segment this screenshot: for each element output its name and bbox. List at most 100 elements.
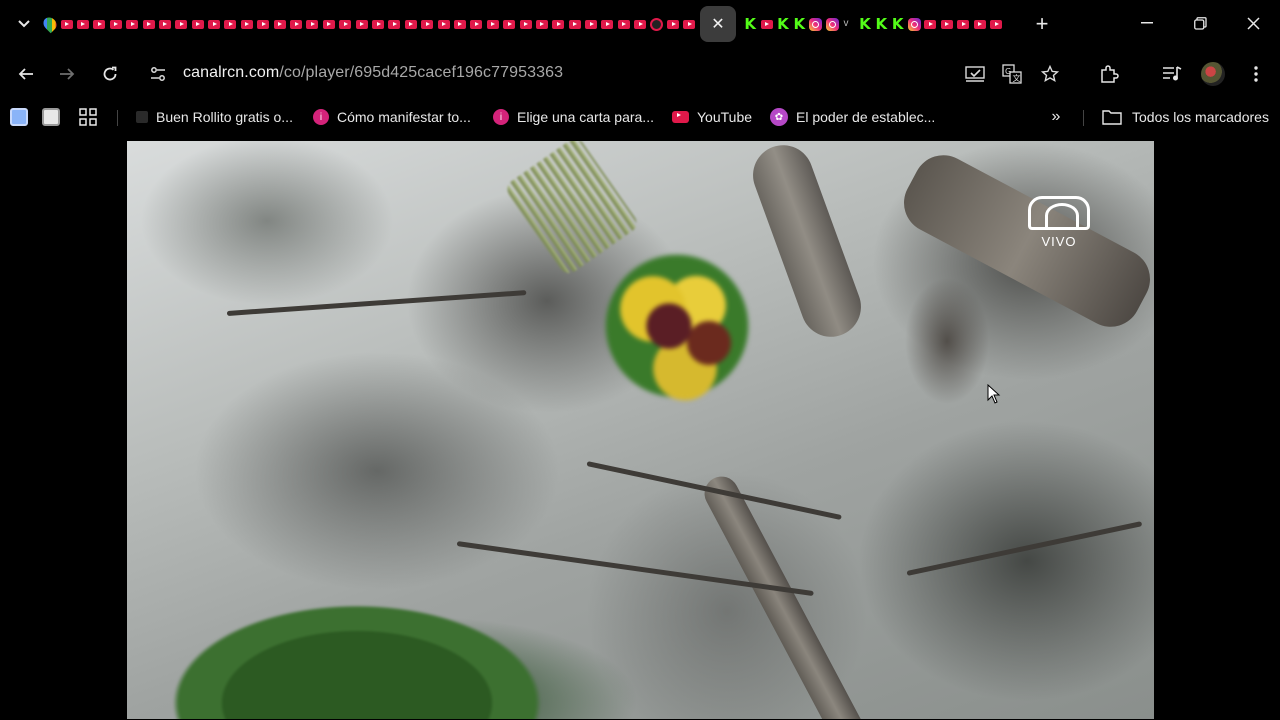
- pinned-tab[interactable]: [271, 16, 287, 32]
- pinned-tab[interactable]: [632, 16, 648, 32]
- bookmark-item[interactable]: i Elige una carta para...: [493, 106, 654, 128]
- pinned-tab[interactable]: [665, 16, 681, 32]
- pinned-tab[interactable]: [222, 16, 238, 32]
- pinned-tab[interactable]: [75, 16, 91, 32]
- pinned-tab[interactable]: [435, 16, 451, 32]
- pinned-tab[interactable]: K: [857, 15, 873, 33]
- pinned-tab[interactable]: [468, 16, 484, 32]
- pinned-tab[interactable]: [939, 16, 955, 32]
- pinned-tab[interactable]: [173, 16, 189, 32]
- bookmark-star-icon[interactable]: [1037, 62, 1063, 86]
- pinned-tab[interactable]: [124, 16, 140, 32]
- pinned-tab[interactable]: K: [791, 15, 807, 33]
- minimize-icon: [1141, 22, 1153, 24]
- pinned-tab[interactable]: [452, 16, 468, 32]
- youtube-icon: [519, 19, 532, 29]
- pinned-tab[interactable]: [534, 16, 550, 32]
- bookmark-item[interactable]: YouTube: [672, 106, 752, 128]
- pinned-tab[interactable]: [922, 16, 938, 32]
- pinned-tab[interactable]: [255, 16, 271, 32]
- pinned-tab[interactable]: [304, 16, 320, 32]
- minimize-button[interactable]: [1120, 0, 1174, 46]
- pinned-tab[interactable]: [648, 16, 664, 32]
- more-bookmarks-icon[interactable]: »: [1045, 106, 1067, 128]
- pinned-tab[interactable]: [616, 16, 632, 32]
- pinned-tab[interactable]: [550, 16, 566, 32]
- pinned-tab[interactable]: [58, 16, 74, 32]
- bookmark-item[interactable]: i Cómo manifestar to...: [313, 106, 471, 128]
- youtube-icon: [175, 19, 188, 29]
- pinned-tab[interactable]: [485, 16, 501, 32]
- pinned-tab[interactable]: [108, 16, 124, 32]
- new-tab-button[interactable]: +: [1030, 11, 1054, 36]
- pinned-tab[interactable]: [599, 16, 615, 32]
- pinned-tab[interactable]: K: [775, 15, 791, 33]
- active-tab[interactable]: ✕: [700, 6, 736, 42]
- chevron-down-icon: [18, 20, 30, 28]
- pinned-tab[interactable]: [239, 16, 255, 32]
- pinned-tab[interactable]: [971, 16, 987, 32]
- bookmark-item[interactable]: Buen Rollito gratis o...: [136, 106, 293, 128]
- youtube-icon: [273, 19, 286, 29]
- translate-icon[interactable]: G文: [999, 62, 1025, 86]
- pinned-tab[interactable]: [321, 16, 337, 32]
- apps-grid-icon[interactable]: [79, 108, 97, 126]
- pinned-tab[interactable]: [758, 16, 774, 32]
- pinned-tab[interactable]: [501, 16, 517, 32]
- youtube-icon: [224, 19, 237, 29]
- pinned-tab[interactable]: [681, 16, 697, 32]
- all-bookmarks-folder[interactable]: Todos los marcadores: [1102, 106, 1269, 128]
- close-tab-icon[interactable]: ✕: [711, 14, 724, 34]
- pinned-tab[interactable]: [955, 16, 971, 32]
- restore-button[interactable]: [1173, 0, 1227, 46]
- pinned-tab[interactable]: K: [742, 15, 758, 33]
- pinned-tab[interactable]: [91, 16, 107, 32]
- pinned-tab[interactable]: [567, 16, 583, 32]
- media-control-icon[interactable]: [1158, 60, 1186, 88]
- close-window-button[interactable]: [1226, 0, 1280, 46]
- pinned-tab[interactable]: K: [873, 15, 889, 33]
- pinned-tab[interactable]: [140, 16, 156, 32]
- pinned-tab[interactable]: v: [840, 16, 856, 32]
- pinned-tab[interactable]: [288, 16, 304, 32]
- back-button[interactable]: [12, 60, 40, 88]
- pinned-tab[interactable]: [40, 14, 60, 34]
- pinned-tab[interactable]: [419, 16, 435, 32]
- pinned-tab[interactable]: [517, 16, 533, 32]
- profile-avatar[interactable]: [1201, 62, 1225, 86]
- pinned-tab[interactable]: [190, 16, 206, 32]
- reload-icon: [103, 66, 117, 81]
- youtube-icon: [486, 19, 499, 29]
- url-text[interactable]: canalrcn.com/co/player/695d425cacef196c7…: [183, 64, 563, 82]
- extensions-icon[interactable]: [1095, 60, 1123, 88]
- pinned-tab[interactable]: [988, 16, 1004, 32]
- menu-kebab-icon[interactable]: [1242, 60, 1270, 88]
- youtube-icon: [683, 19, 696, 29]
- app-shortcut-icon[interactable]: [10, 108, 28, 126]
- pinned-tab[interactable]: [370, 16, 386, 32]
- pinned-tab[interactable]: [157, 16, 173, 32]
- tab-search-button[interactable]: [12, 12, 36, 36]
- pinned-tab[interactable]: [403, 16, 419, 32]
- pinned-tab[interactable]: [583, 16, 599, 32]
- youtube-icon: [93, 19, 106, 29]
- pinned-tab[interactable]: [906, 16, 922, 32]
- address-bar[interactable]: canalrcn.com/co/player/695d425cacef196c7…: [140, 56, 1080, 92]
- forward-button[interactable]: [53, 60, 81, 88]
- bookmark-item[interactable]: ✿ El poder de establec...: [770, 106, 935, 128]
- flower-icon: ✿: [770, 108, 788, 126]
- youtube-icon: [109, 19, 122, 29]
- pinned-tab[interactable]: [206, 16, 222, 32]
- install-app-icon[interactable]: [962, 62, 988, 86]
- site-info-icon[interactable]: [148, 64, 168, 84]
- pinned-tab[interactable]: [808, 16, 824, 32]
- pinned-tab[interactable]: [353, 16, 369, 32]
- pinned-tab[interactable]: K: [890, 15, 906, 33]
- pinned-tab[interactable]: [824, 16, 840, 32]
- pinned-tab[interactable]: [386, 16, 402, 32]
- tree-trunk: [893, 144, 1154, 338]
- reload-button[interactable]: [96, 60, 124, 88]
- app-shortcut-icon[interactable]: [42, 108, 60, 126]
- video-player[interactable]: VIVO: [127, 141, 1154, 719]
- pinned-tab[interactable]: [337, 16, 353, 32]
